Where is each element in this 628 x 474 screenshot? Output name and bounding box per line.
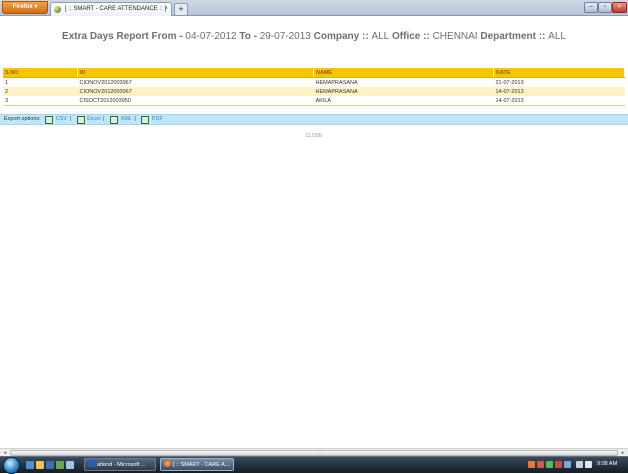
window-minimize-button[interactable]: – — [584, 2, 598, 13]
export-xml-link[interactable]: XML — [121, 115, 132, 124]
quicklaunch-explorer-icon[interactable] — [26, 461, 34, 469]
cell-id: CISOCT2012003950 — [77, 96, 314, 106]
cell-date: 21-07-2013 — [493, 77, 625, 87]
table-header-row: S.NO ID NAME DATE — [3, 68, 625, 78]
column-header-sno[interactable]: S.NO — [3, 68, 78, 78]
separator: | — [103, 116, 105, 122]
tray-icon[interactable] — [555, 461, 562, 468]
quicklaunch-desktop-icon[interactable] — [56, 461, 64, 469]
column-header-date[interactable]: DATE — [493, 68, 625, 78]
to-date: 29-07-2013 — [259, 31, 311, 42]
firefox-icon — [164, 460, 171, 467]
window-close-button[interactable]: × — [612, 2, 627, 13]
export-csv-link[interactable]: CSV — [56, 115, 67, 124]
quicklaunch-folder-icon[interactable] — [36, 461, 44, 469]
department-label: Department :: — [477, 31, 549, 42]
csv-icon[interactable] — [45, 116, 54, 124]
taskbar-clock[interactable]: 9:08 AM — [597, 457, 617, 472]
tray-icon[interactable] — [546, 461, 553, 468]
taskbar-button-firefox[interactable]: [ :: SMART - CARE A... — [160, 458, 234, 471]
task-label: attend - Microsoft ... — [97, 462, 146, 468]
window-maximize-button[interactable]: ▫ — [598, 2, 612, 13]
title-prefix: Extra Days Report From - — [62, 31, 186, 42]
tray-icon[interactable] — [528, 461, 535, 468]
table-row: 2 CIONOV2012003967 HEMAPRASANA 14-07-201… — [3, 87, 625, 96]
department-value: ALL — [548, 31, 566, 42]
extra-days-table: S.NO ID NAME DATE 1 CIONOV2012003967 HEM… — [3, 68, 625, 106]
export-options-bar: Export options: CSV | Excel | XML | PDF — [0, 114, 628, 125]
cell-name: HEMAPRASANA — [313, 87, 494, 96]
network-icon[interactable] — [576, 461, 583, 468]
excel-icon[interactable] — [76, 116, 85, 124]
cell-sno: 3 — [3, 96, 78, 106]
company-value: ALL — [371, 31, 390, 42]
tab-close-icon[interactable]: × — [164, 3, 168, 16]
report-title: Extra Days Report From - 04-07-2012 To -… — [0, 31, 628, 42]
browser-tab-bar: Firefox ▾ [ :: SMART - CARE ATTENDANCE :… — [0, 0, 628, 16]
to-label: To - — [236, 31, 260, 42]
new-tab-button[interactable]: + — [174, 3, 188, 16]
export-options-label: Export options: — [4, 116, 41, 122]
quicklaunch-app-icon[interactable] — [66, 461, 74, 469]
cell-id: CIONOV2012003967 — [77, 77, 314, 87]
taskbar-button-word[interactable]: attend - Microsoft ... — [84, 458, 156, 471]
tab-smart-care-attendance[interactable]: [ :: SMART - CARE ATTENDANCE :: ] × — [50, 2, 172, 16]
cell-sno: 2 — [3, 87, 78, 96]
office-label: Office :: — [389, 31, 433, 42]
cell-date: 14-07-2013 — [493, 96, 625, 106]
cell-name: AKILA — [313, 96, 494, 106]
site-favicon-icon — [54, 6, 61, 13]
table-row: 1 CIONOV2012003967 HEMAPRASANA 21-07-201… — [3, 77, 625, 87]
tray-icon[interactable] — [537, 461, 544, 468]
xml-icon[interactable] — [110, 116, 119, 124]
separator: | — [134, 116, 136, 122]
table-row: 3 CISOCT2012003950 AKILA 14-07-2013 — [3, 96, 625, 106]
volume-icon[interactable] — [585, 461, 592, 468]
separator: | — [69, 116, 72, 122]
cell-sno: 1 — [3, 77, 78, 87]
task-label: [ :: SMART - CARE A... — [173, 462, 230, 468]
cell-date: 14-07-2013 — [493, 87, 625, 96]
cell-id: CIONOV2012003967 — [77, 87, 314, 96]
office-value: CHENNAI — [432, 31, 478, 42]
export-excel-link[interactable]: Excel — [87, 115, 100, 124]
start-button[interactable] — [3, 457, 20, 474]
word-icon — [88, 460, 95, 467]
export-pdf-link[interactable]: PDF — [152, 115, 163, 124]
firefox-menu-button[interactable]: Firefox ▾ — [2, 1, 48, 14]
close-link[interactable]: CLOSE — [0, 133, 628, 139]
column-header-name[interactable]: NAME — [313, 68, 494, 78]
taskbar: attend - Microsoft ... [ :: SMART - CARE… — [0, 456, 628, 474]
quicklaunch-media-icon[interactable] — [46, 461, 54, 469]
tray-icon[interactable] — [564, 461, 571, 468]
company-label: Company :: — [310, 31, 372, 42]
cell-name: HEMAPRASANA — [313, 77, 494, 87]
from-date: 04-07-2012 — [185, 31, 237, 42]
column-header-id[interactable]: ID — [77, 68, 314, 78]
tab-title: [ :: SMART - CARE ATTENDANCE :: ] — [65, 6, 167, 12]
pdf-icon[interactable] — [141, 116, 150, 124]
